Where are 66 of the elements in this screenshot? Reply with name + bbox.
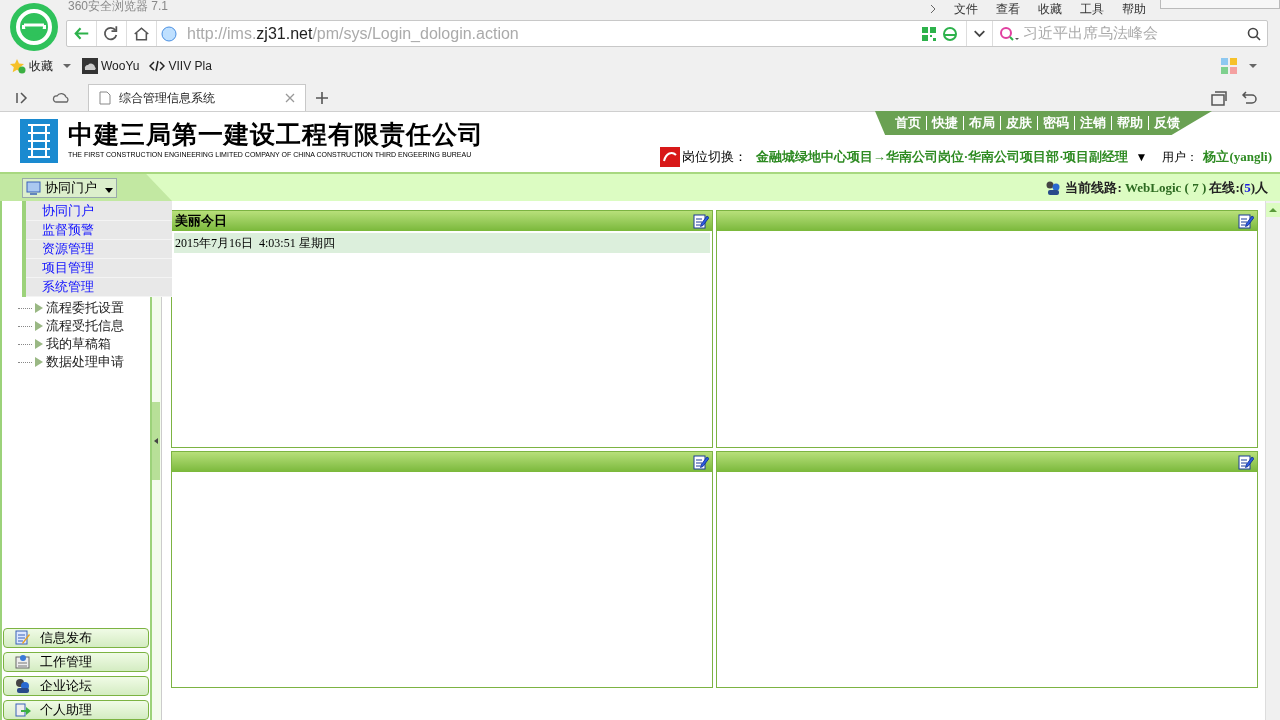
module-menu-item[interactable]: 资源管理	[26, 240, 172, 259]
date-time-text: 2015年7月16日 4:03:51 星期四	[174, 233, 710, 253]
caret-icon[interactable]	[1248, 63, 1258, 69]
users-icon	[1045, 179, 1062, 196]
code-icon	[149, 60, 166, 72]
tree-item[interactable]: 流程受托信息	[46, 316, 124, 336]
address-bar[interactable]: http://ims.zj31.net/pm/sys/Login_dologin.action 习近平出席乌法峰会	[66, 20, 1268, 47]
user-label: 用户：	[1162, 149, 1199, 166]
module-menu-item[interactable]: 协同门户	[26, 202, 172, 221]
bookmark-item[interactable]: 收藏	[10, 57, 72, 75]
module-menu-item[interactable]: 项目管理	[26, 259, 172, 278]
star-icon	[10, 58, 26, 74]
menu-item[interactable]: 文件	[954, 2, 978, 16]
section-button[interactable]: 个人助理	[3, 700, 149, 720]
monitor-icon	[26, 180, 41, 195]
qr-code-icon[interactable]	[922, 26, 936, 41]
pencil-icon	[14, 629, 32, 647]
position-caret[interactable]: ▼	[1135, 148, 1148, 166]
menu-item[interactable]: 收藏	[1038, 2, 1062, 16]
edit-icon[interactable]	[1238, 213, 1254, 229]
windows-icon[interactable]	[1210, 90, 1228, 108]
position-label: 岗位切换：	[681, 148, 747, 167]
page-icon	[99, 91, 111, 105]
chevron-icon[interactable]	[930, 4, 936, 14]
module-dropdown[interactable]: 协同门户	[22, 177, 117, 198]
collapse-handle[interactable]	[152, 401, 160, 480]
url-text[interactable]: http://ims.zj31.net/pm/sys/Login_dologin.action	[187, 21, 519, 46]
menu-item[interactable]: 查看	[996, 2, 1020, 16]
search-icon[interactable]	[1247, 26, 1261, 41]
tree-item[interactable]: 我的草稿箱	[46, 334, 111, 354]
globe-icon	[161, 25, 177, 42]
caret-icon	[105, 188, 113, 193]
portlet-title: 美丽今日	[175, 212, 227, 231]
bookmark-item[interactable]: WooYu	[82, 57, 140, 75]
user-name: 杨立(yangli)	[1203, 148, 1272, 167]
edit-icon[interactable]	[693, 213, 709, 229]
caret-icon	[154, 437, 158, 444]
people-icon	[14, 677, 32, 695]
company-name: 中建三局第一建设工程有限责任公司	[68, 119, 484, 150]
menu-item[interactable]: 帮助	[1122, 2, 1146, 16]
document-icon	[14, 653, 32, 671]
arrow-icon	[14, 701, 32, 719]
server-line-status: 当前线路: WebLogic ( 7 ) 在线:(5)人	[1065, 178, 1268, 197]
search-engine-icon[interactable]	[999, 25, 1021, 42]
module-menu-item[interactable]: 系统管理	[26, 278, 172, 297]
bookmark-item[interactable]: VIIV Pla	[149, 57, 212, 75]
edit-icon[interactable]	[1238, 453, 1254, 470]
caret-icon	[62, 63, 72, 69]
module-menu-item[interactable]: 监督预警	[26, 221, 172, 240]
browser-logo-icon	[10, 3, 58, 51]
edit-icon[interactable]	[693, 453, 709, 470]
position-select[interactable]: 金融城绿地中心项目→华南公司岗位·华南公司项目部·项目副经理	[755, 147, 1129, 167]
browser-tab[interactable]: 综合管理信息系统	[88, 84, 306, 111]
browser-title: 360安全浏览器 7.1	[68, 0, 169, 15]
section-button[interactable]: 信息发布	[3, 628, 149, 648]
section-button[interactable]: 工作管理	[3, 652, 149, 672]
scrollbar[interactable]	[1265, 201, 1280, 720]
scroll-up-icon[interactable]	[1266, 203, 1280, 217]
search-placeholder: 习近平出席乌法峰会	[1023, 23, 1158, 44]
cloud-icon	[82, 58, 98, 74]
company-logo	[20, 119, 58, 163]
close-icon[interactable]	[285, 93, 295, 103]
tree-item[interactable]: 数据处理申请	[46, 352, 124, 372]
tree-item[interactable]: 流程委托设置	[46, 298, 124, 318]
menu-item[interactable]: 工具	[1080, 2, 1104, 16]
section-button[interactable]: 企业论坛	[3, 676, 149, 696]
